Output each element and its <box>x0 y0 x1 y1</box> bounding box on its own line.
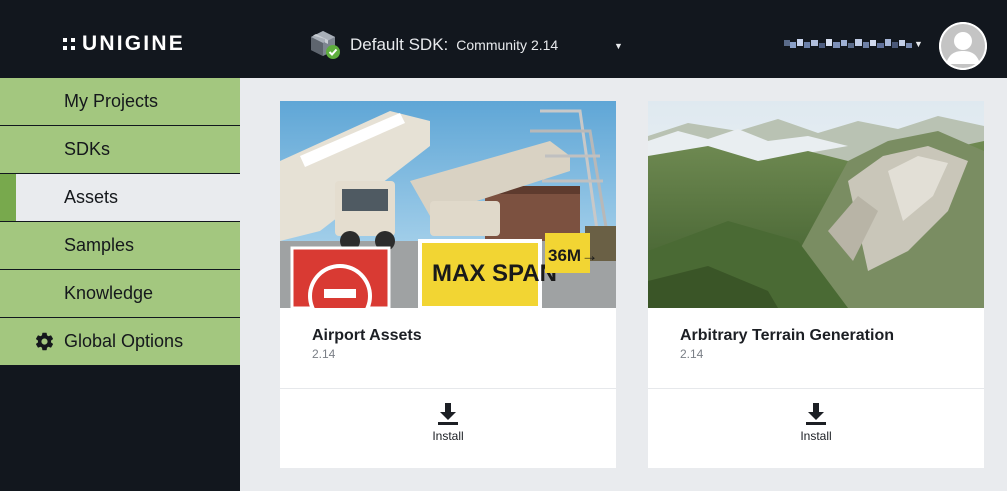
sidebar-item-sdks[interactable]: SDKs <box>0 126 240 173</box>
logo-dots-icon <box>63 38 75 50</box>
top-bar: UNIGINE Default SDK: Community 2.14 ▼ ▼ <box>0 0 1007 78</box>
sidebar-item-my-projects[interactable]: My Projects <box>0 78 240 125</box>
user-avatar-icon[interactable] <box>939 22 987 70</box>
card-title: Arbitrary Terrain Generation <box>680 327 894 344</box>
download-icon <box>438 403 458 425</box>
card-title: Airport Assets <box>312 327 422 344</box>
default-sdk-selector[interactable]: Default SDK: Community 2.14 <box>308 28 558 62</box>
install-label: Install <box>800 429 832 443</box>
person-silhouette-icon <box>939 22 987 70</box>
terrain-generation-thumbnail[interactable] <box>648 101 984 308</box>
default-sdk-value[interactable]: Community 2.14 <box>456 37 558 53</box>
user-menu-caret-icon[interactable]: ▼ <box>914 39 923 49</box>
install-label: Install <box>432 429 464 443</box>
install-button[interactable]: Install <box>648 389 984 468</box>
install-button[interactable]: Install <box>280 389 616 468</box>
sidebar-item-label: Global Options <box>64 331 184 351</box>
sidebar-item-assets[interactable]: Assets <box>0 174 240 221</box>
sidebar-item-label: Assets <box>64 187 119 207</box>
sidebar-nav: My Projects SDKs Assets Samples Knowledg… <box>0 78 240 491</box>
sidebar-item-knowledge[interactable]: Knowledge <box>0 270 240 317</box>
sdk-dropdown-caret-icon[interactable]: ▼ <box>614 41 623 51</box>
user-name-pixelated[interactable] <box>784 37 912 51</box>
download-icon <box>806 403 826 425</box>
card-version: 2.14 <box>312 347 336 361</box>
sidebar-item-label: Samples <box>64 235 135 255</box>
airport-assets-thumbnail[interactable]: MAX SPAN 36M→ <box>280 101 616 308</box>
asset-card-airport: MAX SPAN 36M→ Airport Assets 2.14 Instal… <box>280 101 616 468</box>
logo-text: UNIGINE <box>82 32 185 55</box>
gear-icon <box>35 332 54 351</box>
asset-card-terrain: Arbitrary Terrain Generation 2.14 Instal… <box>648 101 984 468</box>
sidebar-item-samples[interactable]: Samples <box>0 222 240 269</box>
sidebar-item-global-options[interactable]: Global Options <box>0 318 240 365</box>
svg-text:36M→: 36M→ <box>548 246 598 265</box>
card-version: 2.14 <box>680 347 704 361</box>
sidebar-item-label: My Projects <box>64 91 159 111</box>
unigine-logo: UNIGINE <box>63 32 185 55</box>
sidebar-item-label: SDKs <box>64 139 111 159</box>
package-check-icon <box>311 31 340 59</box>
sidebar-item-label: Knowledge <box>64 283 154 303</box>
default-sdk-label: Default SDK: <box>350 35 449 54</box>
svg-text:MAX SPAN: MAX SPAN <box>432 260 557 287</box>
